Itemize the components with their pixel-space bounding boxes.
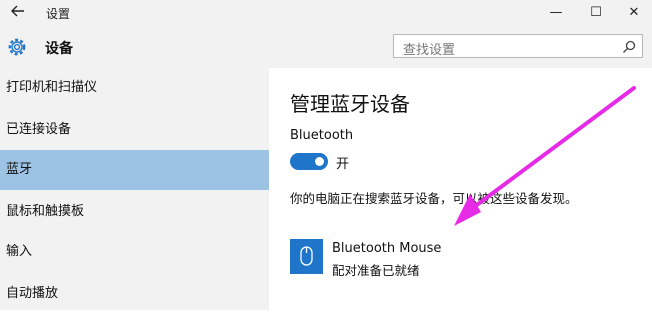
sidebar-item-autoplay[interactable]: 自动播放 [0, 274, 269, 314]
device-name[interactable]: Bluetooth Mouse [332, 241, 441, 256]
title-bar: 设置 — ☐ ✕ [0, 0, 652, 26]
back-arrow-icon[interactable] [8, 3, 28, 23]
sidebar-item-printers[interactable]: 打印机和扫描仪 [0, 68, 269, 108]
toggle-state-label: 开 [336, 157, 350, 172]
maximize-button[interactable]: ☐ [577, 0, 615, 26]
search-input[interactable]: 查找设置 [393, 34, 643, 58]
search-icon[interactable] [622, 39, 636, 53]
toggle-knob [315, 157, 324, 166]
device-status: 配对准备已就绪 [332, 263, 420, 278]
page-category-title: 设备 [45, 41, 73, 57]
window-title: 设置 [46, 7, 71, 21]
sidebar-item-bluetooth[interactable]: 蓝牙 [0, 150, 269, 190]
bluetooth-label: Bluetooth [290, 128, 354, 143]
main-content: 管理蓝牙设备 Bluetooth 开 你的电脑正在搜索蓝牙设备，可以被这些设备发… [270, 68, 652, 310]
bluetooth-toggle[interactable] [290, 153, 328, 170]
sidebar-item-typing[interactable]: 输入 [0, 232, 269, 272]
page-title: 管理蓝牙设备 [290, 92, 410, 116]
close-button[interactable]: ✕ [615, 0, 652, 26]
search-placeholder: 查找设置 [403, 43, 456, 58]
sidebar: 打印机和扫描仪 已连接设备 蓝牙 鼠标和触摸板 输入 自动播放 [0, 68, 269, 310]
settings-header: 设备 查找设置 [0, 26, 652, 68]
minimize-button[interactable]: — [537, 0, 575, 26]
mouse-icon[interactable] [290, 239, 323, 274]
sidebar-item-connected-devices[interactable]: 已连接设备 [0, 110, 269, 150]
sidebar-item-mouse-touchpad[interactable]: 鼠标和触摸板 [0, 192, 269, 232]
gear-icon [6, 36, 28, 58]
discovery-status-text: 你的电脑正在搜索蓝牙设备，可以被这些设备发现。 [290, 191, 578, 206]
